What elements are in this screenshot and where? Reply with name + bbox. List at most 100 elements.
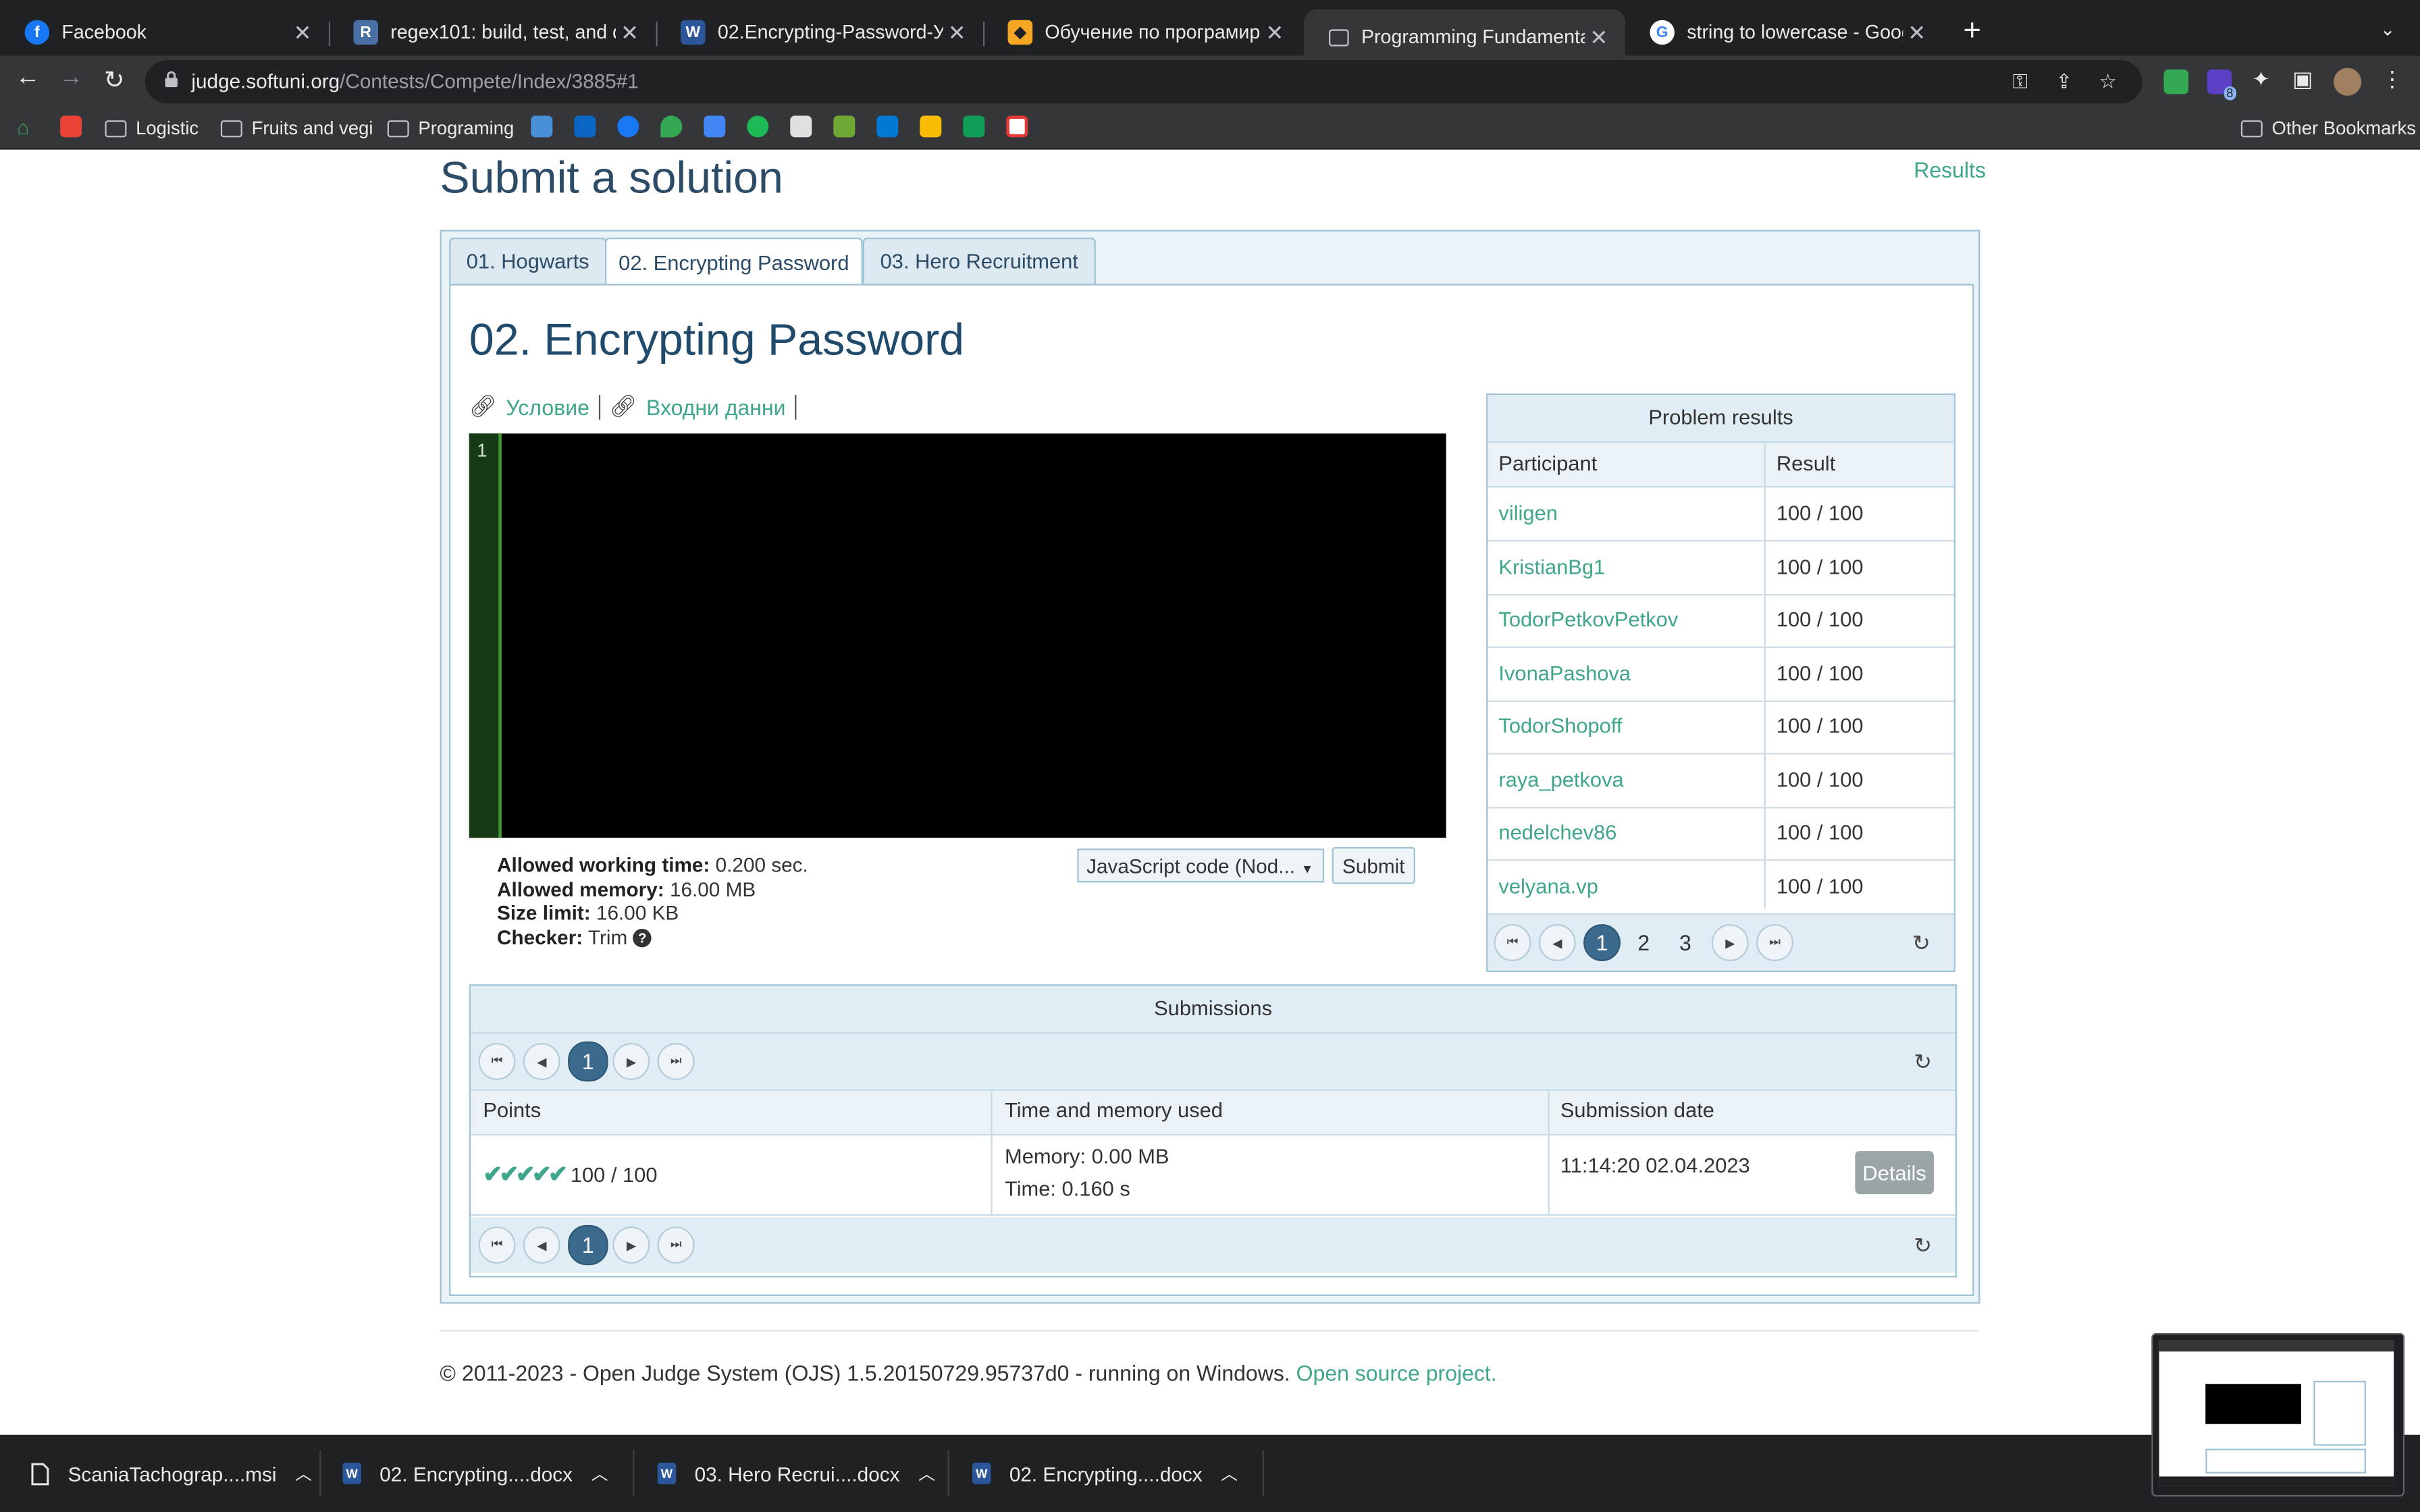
prev-page-icon[interactable]: ◀	[1538, 924, 1576, 961]
home-icon[interactable]: ⌂	[17, 115, 38, 138]
close-icon[interactable]: ✕	[288, 20, 316, 46]
tab-hogwarts[interactable]: 01. Hogwarts	[449, 237, 607, 286]
input-data-link[interactable]: Входни данни	[646, 394, 786, 419]
gmail-icon[interactable]	[60, 115, 82, 138]
new-tab-button[interactable]: +	[1963, 16, 1981, 47]
download-item[interactable]: ScaniaTachograp....msi ︿	[31, 1435, 312, 1512]
bookmark-folder-logistic[interactable]: Logistic	[105, 115, 199, 140]
last-page-icon[interactable]: ⏭	[657, 1226, 695, 1264]
language-select[interactable]: JavaScript code (Nod... ▼	[1077, 848, 1325, 883]
download-item[interactable]: W 02. Encrypting....docx ︿	[342, 1435, 608, 1512]
extension-badge-icon[interactable]: 8	[2207, 69, 2236, 101]
avatar[interactable]	[2333, 68, 2362, 96]
close-icon[interactable]: ✕	[943, 20, 971, 46]
forward-icon[interactable]: →	[55, 65, 86, 92]
key-icon[interactable]: ⚿	[2013, 70, 2028, 94]
code-editor[interactable]: 1	[469, 433, 1446, 838]
chevron-up-icon[interactable]: ︿	[1221, 1461, 1238, 1486]
close-icon[interactable]: ✕	[616, 20, 643, 46]
browser-tab-regex101[interactable]: R regex101: build, test, and debu ✕	[329, 9, 656, 56]
participant-link[interactable]: TodorShopoff	[1498, 714, 1622, 737]
sheets-icon[interactable]	[963, 115, 985, 138]
google-drive-icon[interactable]	[920, 115, 942, 138]
participant-link[interactable]: IvonaPashova	[1498, 662, 1631, 685]
help-icon[interactable]: ?	[633, 927, 652, 947]
close-icon[interactable]: ✕	[1903, 20, 1930, 46]
page-number[interactable]: 3	[1667, 924, 1704, 961]
first-page-icon[interactable]: ⏮	[478, 1043, 516, 1080]
refresh-icon[interactable]: ↻	[1914, 1233, 1932, 1259]
back-icon[interactable]: ←	[12, 65, 43, 92]
extension-home-icon[interactable]	[2163, 69, 2189, 94]
browser-tab-google[interactable]: G string to lowercase - Google T ✕	[1625, 9, 1943, 56]
page-number-current[interactable]: 1	[568, 1041, 608, 1082]
page-number-current[interactable]: 1	[1583, 924, 1621, 961]
screenshot-thumbnail[interactable]	[2151, 1332, 2405, 1497]
reload-icon[interactable]: ↻	[99, 65, 130, 96]
submit-button[interactable]: Submit	[1332, 846, 1415, 884]
participant-link[interactable]: velyana.vp	[1498, 875, 1598, 898]
spotify-icon[interactable]	[747, 115, 769, 138]
date-column-header[interactable]: Submission date	[1560, 1098, 1714, 1121]
share-icon[interactable]: ⇪	[2056, 70, 2073, 94]
bookmark-folder-fruits[interactable]: Fruits and vegi	[220, 115, 373, 140]
page-number[interactable]: 2	[1625, 924, 1662, 961]
prev-page-icon[interactable]: ◀	[523, 1043, 560, 1080]
participant-link[interactable]: viligen	[1498, 502, 1557, 524]
page-number-current[interactable]: 1	[568, 1224, 608, 1266]
first-page-icon[interactable]: ⏮	[1494, 924, 1531, 961]
other-bookmarks[interactable]: Other Bookmarks	[2240, 115, 2416, 140]
linkedin-icon[interactable]	[574, 115, 596, 138]
tab-hero-recruitment[interactable]: 03. Hero Recruitment	[862, 237, 1096, 286]
results-link[interactable]: Results	[1914, 157, 1986, 182]
facebook-icon[interactable]	[617, 115, 639, 138]
result-value: 100 / 100	[1776, 555, 1864, 579]
details-button[interactable]: Details	[1855, 1151, 1934, 1195]
star-icon[interactable]: ☆	[2099, 70, 2118, 94]
close-icon[interactable]: ✕	[1261, 20, 1288, 46]
extensions-puzzle-icon[interactable]: ✦	[2246, 66, 2277, 92]
next-page-icon[interactable]: ▶	[612, 1043, 650, 1080]
side-panel-icon[interactable]: ▣	[2287, 66, 2318, 92]
last-page-icon[interactable]: ⏭	[657, 1043, 695, 1080]
open-source-link[interactable]: Open source project.	[1296, 1361, 1497, 1386]
tab-search-chevron-icon[interactable]: ⌄	[2380, 18, 2396, 40]
cloud-icon[interactable]	[790, 115, 812, 138]
browser-tab-word-doc[interactable]: W 02.Encrypting-Password-Усло ✕	[656, 9, 983, 56]
next-page-icon[interactable]: ▶	[612, 1226, 650, 1264]
bookmark-folder-programing[interactable]: Programing	[387, 115, 514, 140]
maps-icon[interactable]	[660, 115, 683, 138]
participant-link[interactable]: nedelchev86	[1498, 821, 1616, 844]
browser-tab-softuni[interactable]: ◆ Обучение по програмиране - ✕	[983, 9, 1301, 56]
translate-icon[interactable]	[704, 115, 726, 138]
chevron-up-icon[interactable]: ︿	[591, 1461, 608, 1486]
bookmark-site-icon[interactable]	[531, 115, 553, 138]
first-page-icon[interactable]: ⏮	[478, 1226, 516, 1264]
last-page-icon[interactable]: ⏭	[1756, 924, 1793, 961]
condition-link[interactable]: Условие	[506, 394, 589, 419]
participant-column-header[interactable]: Participant	[1498, 452, 1597, 475]
refresh-icon[interactable]: ↻	[1912, 930, 1930, 956]
onedrive-icon[interactable]	[876, 115, 899, 138]
browser-tab-facebook[interactable]: f Facebook ✕	[0, 9, 329, 56]
prev-page-icon[interactable]: ◀	[523, 1226, 560, 1264]
participant-link[interactable]: TodorPetkovPetkov	[1498, 608, 1678, 631]
word-icon: W	[680, 20, 706, 45]
close-icon[interactable]: ✕	[1585, 24, 1612, 50]
result-column-header[interactable]: Result	[1777, 452, 1835, 475]
download-item[interactable]: W 02. Encrypting....docx ︿	[972, 1435, 1238, 1512]
download-item[interactable]: W 03. Hero Recrui....docx ︿	[657, 1435, 935, 1512]
refresh-icon[interactable]: ↻	[1914, 1049, 1932, 1075]
bookmark-site-icon[interactable]	[1006, 115, 1028, 138]
participant-link[interactable]: KristianBg1	[1498, 556, 1605, 578]
chevron-up-icon[interactable]: ︿	[295, 1461, 312, 1486]
bookmark-site-icon[interactable]	[833, 115, 856, 138]
menu-icon[interactable]: ⋮	[2377, 66, 2408, 92]
next-page-icon[interactable]: ▶	[1711, 924, 1749, 961]
participant-link[interactable]: raya_petkova	[1498, 768, 1623, 791]
points-column-header[interactable]: Points	[483, 1098, 541, 1121]
tab-encrypting-password[interactable]: 02. Encrypting Password	[604, 237, 863, 288]
time-memory-column-header[interactable]: Time and memory used	[1005, 1098, 1223, 1121]
chevron-up-icon[interactable]: ︿	[918, 1461, 935, 1486]
address-bar[interactable]: judge.softuni.org/Contests/Compete/Index…	[144, 60, 2142, 104]
